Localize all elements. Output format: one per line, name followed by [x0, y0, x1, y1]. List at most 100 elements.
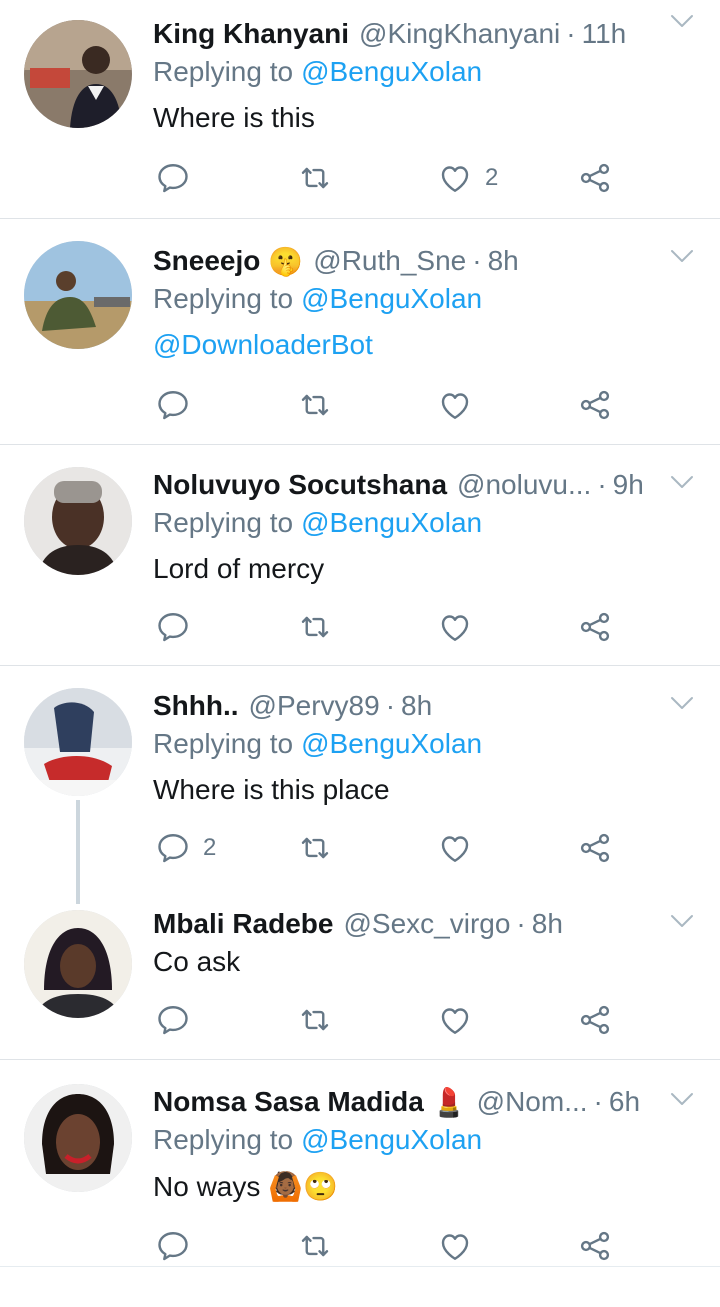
display-name[interactable]: Sneeejo	[153, 245, 260, 277]
chevron-down-icon[interactable]	[670, 1092, 694, 1106]
tweet-text: Where is this place	[153, 774, 390, 805]
timestamp[interactable]: 11h	[582, 18, 627, 50]
tweet-text[interactable]: @DownloaderBot	[153, 329, 373, 361]
avatar[interactable]	[24, 20, 132, 128]
retweet-button[interactable]	[297, 385, 333, 425]
like-button[interactable]	[437, 607, 485, 647]
share-button[interactable]	[577, 1000, 613, 1040]
like-button[interactable]	[437, 385, 485, 425]
share-button[interactable]	[577, 828, 613, 868]
retweet-button[interactable]	[297, 1000, 333, 1040]
share-icon	[577, 160, 613, 196]
reply-button[interactable]	[155, 385, 203, 425]
retweet-button[interactable]	[297, 158, 333, 198]
reply-icon	[155, 1002, 191, 1038]
tweet-actions: 2	[153, 158, 720, 198]
avatar[interactable]	[24, 467, 132, 575]
reply-icon	[155, 830, 191, 866]
separator-dot: ·	[516, 908, 526, 939]
username[interactable]: @Pervy89	[249, 690, 380, 722]
display-name[interactable]: King Khanyani	[153, 18, 349, 50]
tweet[interactable]: Nomsa Sasa Madida 💄 @Nom... · 6h Replyin…	[0, 1060, 720, 1266]
reply-button[interactable]	[155, 607, 203, 647]
reply-button[interactable]	[155, 158, 203, 198]
timestamp[interactable]: 6h	[609, 1086, 640, 1118]
avatar[interactable]	[24, 910, 132, 1018]
share-button[interactable]	[577, 385, 613, 425]
tweet[interactable]: King Khanyani @KingKhanyani · 11h Replyi…	[0, 0, 720, 219]
retweet-icon	[297, 387, 333, 423]
tweet[interactable]: Sneeejo 🤫 @Ruth_Sne · 8h Replying to @Ben…	[0, 219, 720, 445]
like-button[interactable]	[437, 1226, 485, 1266]
retweet-icon	[297, 1228, 333, 1264]
username[interactable]: @noluvu...	[457, 469, 591, 501]
tweet[interactable]: Shhh.. @Pervy89 · 8h Replying to @BenguXo…	[0, 666, 720, 904]
tweet[interactable]: Noluvuyo Socutshana @noluvu... · 9h Repl…	[0, 445, 720, 666]
separator-dot: ·	[593, 1086, 603, 1117]
display-name[interactable]: Noluvuyo Socutshana	[153, 469, 447, 501]
bottom-toolbar	[0, 1266, 720, 1307]
username[interactable]: @Ruth_Sne	[313, 245, 466, 277]
replying-to-mention[interactable]: @BenguXolan	[301, 1124, 482, 1155]
timestamp[interactable]: 8h	[401, 690, 432, 722]
reply-button[interactable]	[155, 1000, 203, 1040]
like-button[interactable]: 2	[437, 158, 498, 198]
chevron-down-icon[interactable]	[670, 475, 694, 489]
tweet-header: Shhh.. @Pervy89 · 8h	[153, 686, 650, 726]
retweet-icon	[297, 160, 333, 196]
replying-to-mention[interactable]: @BenguXolan	[301, 728, 482, 759]
tweet-text: No ways 🙆🏾🙄	[153, 1171, 338, 1202]
tweet-text: Where is this	[153, 102, 315, 133]
share-icon	[577, 1228, 613, 1264]
like-button[interactable]	[437, 1000, 485, 1040]
display-name[interactable]: Mbali Radebe	[153, 908, 333, 940]
tweet[interactable]: Mbali Radebe @Sexc_virgo · 8h Co ask	[0, 890, 720, 1060]
replying-to: Replying to @BenguXolan	[153, 1124, 482, 1156]
reply-icon	[155, 1228, 191, 1264]
tweet-header: Noluvuyo Socutshana @noluvu... · 9h	[153, 465, 650, 505]
avatar[interactable]	[24, 688, 132, 796]
share-icon	[577, 1002, 613, 1038]
replying-to-label: Replying to	[153, 507, 294, 538]
share-icon	[577, 609, 613, 645]
tweet-header: Nomsa Sasa Madida 💄 @Nom... · 6h	[153, 1082, 650, 1122]
replying-to-label: Replying to	[153, 283, 294, 314]
replying-to-mention[interactable]: @BenguXolan	[301, 507, 482, 538]
replying-to-mention[interactable]: @BenguXolan	[301, 283, 482, 314]
like-button[interactable]	[437, 828, 485, 868]
heart-icon	[437, 160, 473, 196]
timestamp[interactable]: 9h	[613, 469, 644, 501]
replying-to: Replying to @BenguXolan	[153, 283, 482, 315]
reply-button[interactable]: 2	[155, 828, 216, 868]
share-button[interactable]	[577, 158, 613, 198]
chevron-down-icon[interactable]	[670, 249, 694, 263]
avatar[interactable]	[24, 241, 132, 349]
heart-icon	[437, 1228, 473, 1264]
tweet-actions: 2	[153, 828, 720, 868]
avatar[interactable]	[24, 1084, 132, 1192]
timestamp[interactable]: 8h	[488, 245, 519, 277]
retweet-button[interactable]	[297, 607, 333, 647]
share-button[interactable]	[577, 1226, 613, 1266]
tweet-text: Lord of mercy	[153, 553, 325, 584]
timestamp[interactable]: 8h	[532, 908, 563, 940]
reply-icon	[155, 387, 191, 423]
retweet-button[interactable]	[297, 828, 333, 868]
replying-to: Replying to @BenguXolan	[153, 728, 482, 760]
chevron-down-icon[interactable]	[670, 914, 694, 928]
username[interactable]: @Sexc_virgo	[343, 908, 510, 940]
chevron-down-icon[interactable]	[670, 14, 694, 28]
thread-line	[76, 800, 80, 904]
tweet-header: Mbali Radebe @Sexc_virgo · 8h	[153, 904, 650, 944]
retweet-icon	[297, 830, 333, 866]
share-button[interactable]	[577, 607, 613, 647]
replying-to-mention[interactable]: @BenguXolan	[301, 56, 482, 87]
separator-dot: ·	[597, 469, 607, 500]
chevron-down-icon[interactable]	[670, 696, 694, 710]
retweet-button[interactable]	[297, 1226, 333, 1266]
display-name[interactable]: Shhh..	[153, 690, 239, 722]
username[interactable]: @KingKhanyani	[359, 18, 560, 50]
reply-button[interactable]	[155, 1226, 203, 1266]
display-name[interactable]: Nomsa Sasa Madida	[153, 1086, 424, 1118]
username[interactable]: @Nom...	[477, 1086, 588, 1118]
